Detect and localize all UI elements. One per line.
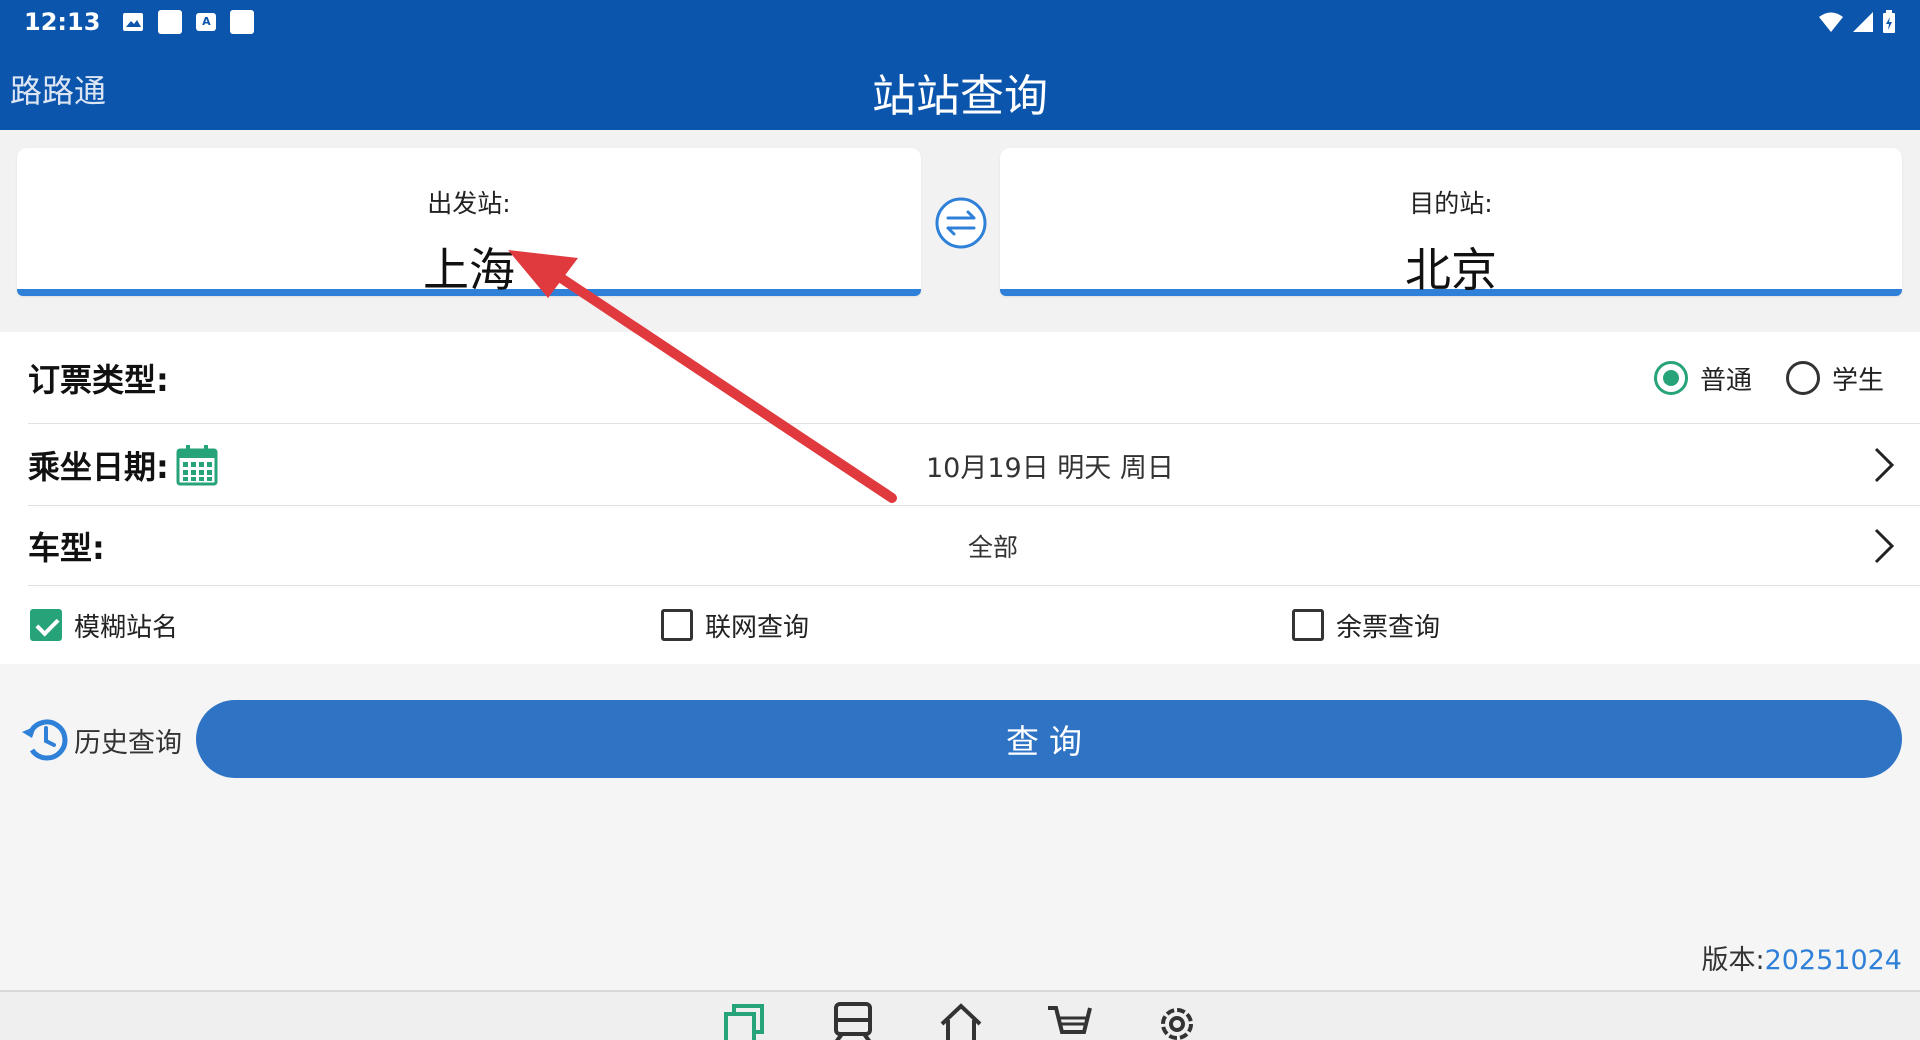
option-online-query[interactable]: 联网查询 xyxy=(661,607,809,644)
version-number: 20251024 xyxy=(1764,945,1902,976)
option-remaining-tickets[interactable]: 余票查询 xyxy=(1292,607,1440,644)
windows-icon[interactable] xyxy=(722,1002,768,1040)
swap-stations-icon[interactable] xyxy=(934,196,988,250)
option-online-query-label[interactable]: 联网查询 xyxy=(705,607,809,644)
checkbox-remaining-tickets[interactable] xyxy=(1292,609,1324,641)
history-query-button[interactable]: 历史查询 xyxy=(20,714,182,766)
destination-station-card[interactable]: 目的站: 北京 xyxy=(1000,148,1902,297)
square-icon xyxy=(158,10,183,34)
font-icon: A xyxy=(196,13,217,31)
system-icons xyxy=(1818,10,1896,34)
battery-icon xyxy=(1883,10,1895,33)
app-bar: 路路通 站站查询 xyxy=(0,44,1920,130)
version-label: 版本: xyxy=(1701,945,1765,976)
cart-icon[interactable] xyxy=(1046,1002,1092,1040)
destination-label: 目的站: xyxy=(1409,189,1493,218)
radio-normal-label[interactable]: 普通 xyxy=(1700,360,1752,397)
ticket-type-radio-group: 普通 学生 xyxy=(1653,360,1884,397)
travel-date-row[interactable]: 乘坐日期: 10月19日 明天 周日 xyxy=(0,424,1920,506)
train-type-value[interactable]: 全部 xyxy=(968,528,1018,564)
station-selector: 出发站: 上海 目的站: 北京 xyxy=(0,130,1920,332)
train-icon[interactable] xyxy=(830,1002,876,1040)
version-info: 版本:20251024 xyxy=(1701,938,1902,977)
option-fuzzy-station-label[interactable]: 模糊站名 xyxy=(74,607,178,644)
option-fuzzy-station[interactable]: 模糊站名 xyxy=(30,607,178,644)
signal-icon xyxy=(1853,12,1873,32)
radio-normal[interactable] xyxy=(1653,361,1688,395)
train-type-label: 车型: xyxy=(28,529,105,567)
query-form: 订票类型: 普通 学生 乘坐日期: 10月19日 明天 周日 车型: 全部 模糊… xyxy=(0,332,1920,664)
radio-student[interactable] xyxy=(1785,361,1820,395)
checkbox-online-query[interactable] xyxy=(661,609,693,641)
travel-date-value[interactable]: 10月19日 明天 周日 xyxy=(926,446,1174,485)
image-icon xyxy=(123,13,144,31)
wifi-icon xyxy=(1819,12,1843,32)
status-time: 12:13 xyxy=(24,8,101,36)
square-icon xyxy=(230,10,255,34)
ticket-type-row: 订票类型: 普通 学生 xyxy=(0,332,1920,424)
checkbox-fuzzy-station[interactable] xyxy=(30,609,62,641)
history-query-label[interactable]: 历史查询 xyxy=(74,721,182,760)
bottom-navigation xyxy=(0,990,1920,1040)
page-title: 站站查询 xyxy=(872,71,1048,122)
query-button[interactable]: 查询 xyxy=(196,700,1902,778)
travel-date-label: 乘坐日期: xyxy=(28,448,169,486)
departure-label: 出发站: xyxy=(427,189,511,218)
destination-station-value[interactable]: 北京 xyxy=(1000,234,1902,300)
chevron-right-icon[interactable] xyxy=(1870,445,1898,485)
options-row: 模糊站名 联网查询 余票查询 xyxy=(0,586,1920,664)
home-icon[interactable] xyxy=(938,1002,984,1040)
ticket-type-label: 订票类型: xyxy=(28,361,169,399)
option-remaining-tickets-label[interactable]: 余票查询 xyxy=(1336,607,1440,644)
departure-station-card[interactable]: 出发站: 上海 xyxy=(17,148,921,297)
calendar-icon[interactable] xyxy=(176,444,218,486)
train-type-row[interactable]: 车型: 全部 xyxy=(0,506,1920,586)
departure-station-value[interactable]: 上海 xyxy=(17,234,921,300)
status-bar: 12:13 A xyxy=(0,0,1920,44)
settings-icon[interactable] xyxy=(1154,1002,1200,1040)
chevron-right-icon[interactable] xyxy=(1870,526,1898,566)
radio-student-label[interactable]: 学生 xyxy=(1832,360,1884,397)
history-icon[interactable] xyxy=(20,714,72,766)
notification-icons: A xyxy=(122,10,255,34)
